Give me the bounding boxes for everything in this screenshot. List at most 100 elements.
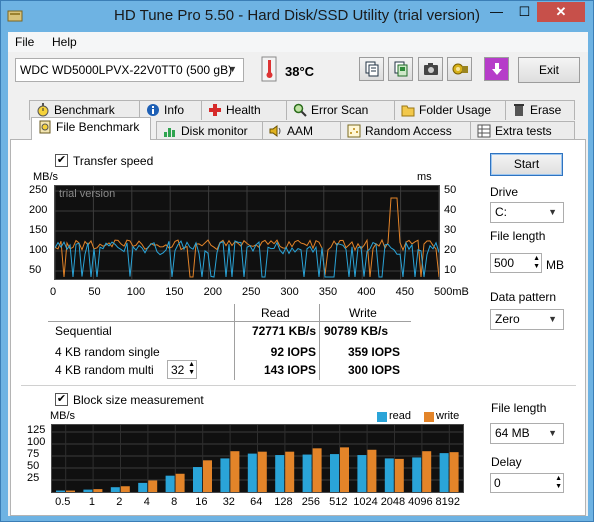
file-benchmark-panel: ✔ Transfer speed MB/s ms 250 200 150 100 50 …	[10, 139, 586, 516]
grid-icon	[477, 124, 491, 138]
read-bar	[220, 458, 230, 492]
chevron-down-icon: ▼	[548, 314, 557, 324]
tab-aam-label: AAM	[287, 124, 314, 138]
close-button[interactable]: ✕	[537, 2, 585, 22]
x-tick-label: 150	[165, 286, 184, 298]
read-bar	[247, 453, 257, 492]
block-y-tick-label: 75	[27, 448, 40, 460]
thermometer-icon	[261, 56, 277, 82]
folder-icon	[401, 105, 415, 117]
x-tick-label: 400	[357, 286, 376, 298]
read-bar	[302, 454, 312, 492]
block-x-tick-label: 2048	[380, 496, 406, 508]
x-tick-label: 500mB	[434, 286, 469, 298]
copy-info-button[interactable]	[359, 57, 384, 81]
data-pattern-label: Data pattern	[490, 290, 557, 304]
x-tick-label: 450	[395, 286, 414, 298]
block-x-tick-label: 2	[116, 496, 123, 508]
tab-extra-tests[interactable]: Extra tests	[470, 121, 575, 141]
read-bar	[439, 453, 449, 492]
stepper-arrows-icon[interactable]: ▲ ▼	[555, 475, 562, 491]
write-bar	[66, 490, 75, 492]
menu-file[interactable]: File	[15, 35, 34, 49]
drive-letter-select[interactable]: C: ▼	[490, 202, 564, 223]
delay-stepper[interactable]: 0 ▲ ▼	[490, 473, 564, 493]
drive-select[interactable]: WDC WD5000LPVX-22V0TT0 (500 gB) ▼	[15, 58, 244, 82]
x-tick-label: 50	[88, 286, 101, 298]
block-y-tick-label: 25	[27, 472, 40, 484]
app-window: HD Tune Pro 5.50 - Hard Disk/SSD Utility…	[0, 0, 594, 522]
tab-error-scan-label: Error Scan	[311, 103, 369, 117]
bar-graph-icon	[164, 128, 175, 137]
queue-depth-value: 32	[171, 363, 185, 377]
exit-button[interactable]: Exit	[518, 57, 580, 83]
tab-erase[interactable]: Erase	[505, 100, 575, 120]
tab-erase-label: Erase	[530, 103, 562, 117]
block-length-label: File length	[491, 401, 547, 415]
block-size-plot	[52, 425, 463, 492]
read-bar	[357, 455, 367, 492]
block-x-tick-label: 4096	[408, 496, 433, 508]
scatter-icon	[347, 124, 361, 138]
col-divider-2	[319, 304, 320, 380]
menu-help[interactable]: Help	[52, 35, 77, 49]
drive-label: Drive	[490, 185, 519, 199]
read-bar	[193, 467, 202, 492]
y-tick-left-label: 100	[29, 244, 48, 256]
write-bar	[449, 452, 459, 492]
screenshot-button[interactable]	[418, 57, 443, 81]
block-unit: MB/s	[50, 410, 76, 422]
col-write-header: Write	[349, 306, 377, 320]
section-divider	[21, 385, 576, 386]
col-read-header: Read	[261, 306, 290, 320]
tab-file-benchmark-label: File Benchmark	[56, 120, 140, 134]
y-tick-right-label: 30	[444, 224, 457, 236]
health-cross-icon	[209, 104, 221, 116]
options-button[interactable]	[447, 57, 472, 81]
tab-disk-monitor[interactable]: Disk monitor	[156, 121, 263, 141]
block-size-checkbox[interactable]: ✔	[55, 393, 68, 406]
block-length-select[interactable]: 64 MB ▼	[490, 423, 564, 444]
row-sequential-write: 90789 KB/s	[324, 324, 389, 338]
row-4k-multi-read: 143 IOPS	[263, 363, 316, 377]
read-bar	[412, 457, 422, 492]
tab-health[interactable]: Health	[201, 100, 287, 120]
maximize-button[interactable]: ☐	[511, 2, 538, 22]
menu-bar: File Help	[8, 32, 588, 52]
stepper-arrows-icon[interactable]: ▲ ▼	[533, 255, 540, 271]
tab-file-benchmark[interactable]: File Benchmark	[31, 117, 151, 140]
row-4k-single-write: 359 IOPS	[348, 345, 401, 359]
data-pattern-select[interactable]: Zero ▼	[490, 309, 564, 330]
y-tick-left-label: 50	[29, 264, 42, 276]
write-bar	[120, 486, 130, 492]
transfer-speed-checkbox[interactable]: ✔	[55, 154, 68, 167]
save-log-button[interactable]	[388, 57, 413, 81]
read-bar	[330, 454, 339, 492]
file-length-value: 500	[494, 256, 515, 270]
tab-random-access[interactable]: Random Access	[340, 121, 471, 141]
stepper-arrows-icon[interactable]: ▲ ▼	[188, 361, 195, 377]
write-bar	[285, 451, 295, 492]
client-area: File Help WDC WD5000LPVX-22V0TT0 (500 gB…	[8, 32, 588, 516]
minimize-button[interactable]: —	[483, 2, 510, 22]
block-x-tick-label: 64	[250, 496, 263, 508]
y-tick-left-label: 250	[29, 184, 48, 196]
table-divider	[48, 321, 411, 322]
tab-folder-usage[interactable]: Folder Usage	[394, 100, 506, 120]
queue-depth-stepper[interactable]: 32 ▲ ▼	[167, 360, 197, 379]
write-bar	[422, 451, 432, 492]
transfer-unit-right: ms	[417, 171, 432, 183]
transfer-speed-label: Transfer speed	[73, 154, 154, 168]
file-length-stepper[interactable]: 500 ▲ ▼	[490, 253, 542, 273]
legend-write-swatch	[424, 412, 434, 422]
start-button[interactable]: Start	[490, 153, 563, 176]
download-button[interactable]	[484, 57, 509, 81]
tab-error-scan[interactable]: Error Scan	[286, 100, 395, 120]
block-x-tick-label: 1024	[353, 496, 378, 508]
read-bar	[138, 482, 148, 492]
tab-aam[interactable]: AAM	[262, 121, 341, 141]
transfer-unit-left: MB/s	[33, 171, 59, 183]
file-length-label: File length	[490, 229, 546, 243]
block-x-tick-label: 128	[274, 496, 293, 508]
row-4k-multi-write: 300 IOPS	[348, 363, 401, 377]
